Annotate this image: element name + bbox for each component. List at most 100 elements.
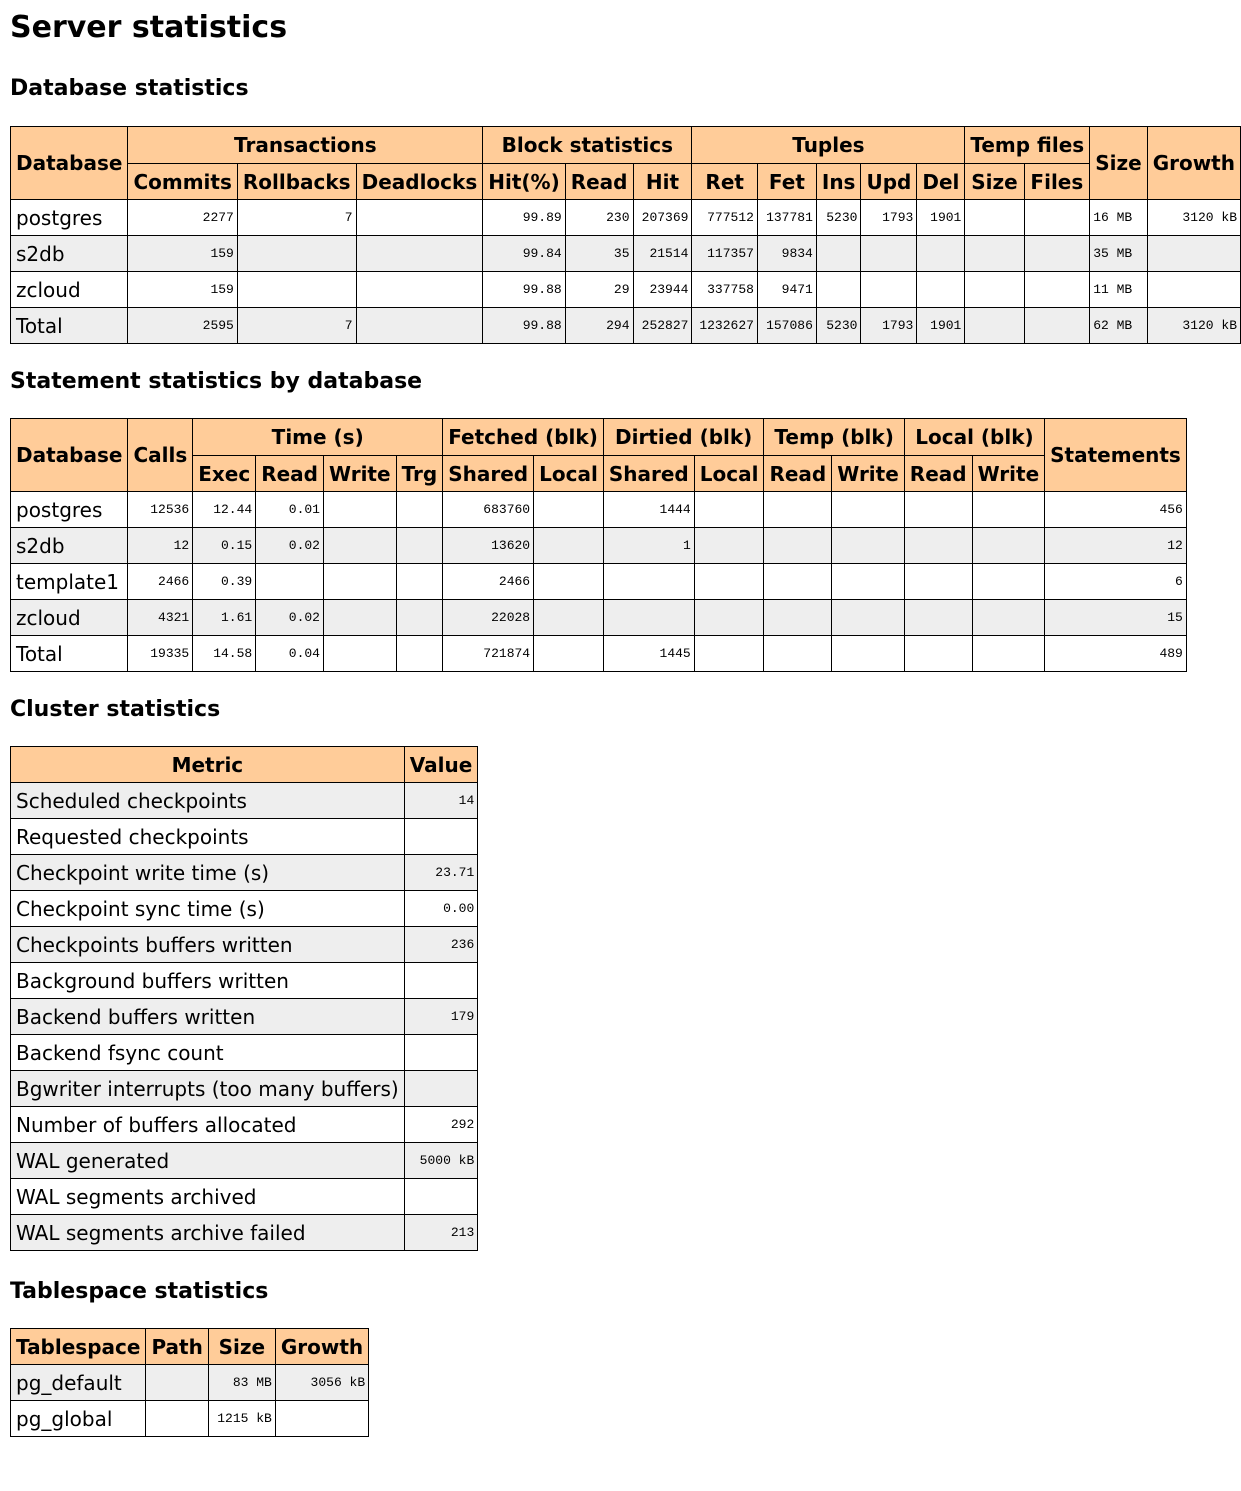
cell-exec: 0.15 — [192, 527, 257, 564]
table-row: pg_default 83 MB 3056 kB — [9, 1364, 370, 1401]
cell-trg — [395, 563, 444, 600]
cell-value: 179 — [403, 998, 479, 1035]
cell-trg — [395, 527, 444, 564]
cell-growth: 3120 kB — [1146, 199, 1241, 236]
cell-metric: WAL segments archived — [10, 1178, 405, 1215]
cell-statements: 6 — [1044, 563, 1187, 600]
table-row: Backend fsync count — [10, 1034, 479, 1071]
cell-temp-read — [763, 491, 833, 528]
cell-read: 0.02 — [255, 527, 324, 564]
page-title: Server statistics — [10, 10, 288, 45]
cell-temp-size — [964, 271, 1025, 308]
cell-fetched-local — [533, 563, 604, 600]
col-value: Value — [403, 746, 479, 783]
cell-hit: 23944 — [632, 271, 693, 308]
cell-growth — [274, 1400, 370, 1437]
cell-read: 230 — [564, 199, 634, 236]
cluster-statistics-table: Metric Value Scheduled checkpoints 14 Requ… — [10, 746, 479, 1251]
cell-rollbacks: 7 — [236, 199, 357, 236]
table-row: WAL segments archived — [10, 1178, 479, 1215]
col-fet: Fet — [756, 163, 817, 200]
cell-read: 0.04 — [255, 635, 324, 672]
cell-del — [916, 235, 966, 272]
col-local-read: Read — [903, 455, 973, 492]
cell-size: 35 MB — [1089, 235, 1148, 272]
col-temp-size: Size — [964, 163, 1025, 200]
cell-temp-write — [831, 563, 905, 600]
cell-value — [403, 1070, 479, 1107]
cell-write — [323, 491, 397, 528]
cell-size: 83 MB — [207, 1364, 276, 1401]
table-row-total: Total 2595 7 99.88 294 252827 1232627 15… — [9, 307, 1241, 344]
cell-fetched-shared: 22028 — [442, 599, 535, 636]
cell-deadlocks — [355, 307, 484, 344]
cell-hit: 207369 — [632, 199, 693, 236]
cell-read: 294 — [564, 307, 634, 344]
cell-temp-files — [1023, 199, 1091, 236]
col-path: Path — [145, 1328, 209, 1365]
cell-local-read — [903, 527, 973, 564]
group-temp-files: Temp files — [964, 126, 1091, 164]
cell-database: Total — [9, 307, 129, 344]
cell-upd — [860, 271, 918, 308]
table-row: Backend buffers written 179 — [10, 998, 479, 1035]
cell-metric: Backend buffers written — [10, 998, 405, 1035]
cell-hit: 21514 — [632, 235, 693, 272]
cell-fetched-local — [533, 635, 604, 672]
cell-metric: Checkpoint sync time (s) — [10, 890, 405, 927]
cell-temp-write — [831, 635, 905, 672]
cell-metric: Checkpoint write time (s) — [10, 854, 405, 891]
cell-temp-read — [763, 635, 833, 672]
cell-calls: 19335 — [127, 635, 194, 672]
cell-exec: 12.44 — [192, 491, 257, 528]
cell-local-read — [903, 599, 973, 636]
cell-database: postgres — [9, 491, 129, 528]
cluster-statistics-heading: Cluster statistics — [10, 697, 221, 722]
database-statistics-heading: Database statistics — [10, 76, 249, 101]
table-row: Background buffers written — [10, 962, 479, 999]
cell-value: 14 — [403, 782, 479, 819]
col-size: Size — [207, 1328, 276, 1365]
cell-fetched-local — [533, 527, 604, 564]
cell-statements: 456 — [1044, 491, 1187, 528]
cell-temp-files — [1023, 307, 1091, 344]
cell-temp-read — [763, 599, 833, 636]
cell-rollbacks — [236, 271, 357, 308]
table-row: WAL generated 5000 kB — [10, 1142, 479, 1179]
cell-local-read — [903, 491, 973, 528]
cell-exec: 1.61 — [192, 599, 257, 636]
cell-fet: 137781 — [756, 199, 817, 236]
table-row: postgres 12536 12.44 0.01 683760 1444 456 — [9, 491, 1187, 528]
col-fetched-shared: Shared — [442, 455, 535, 492]
cell-write — [323, 527, 397, 564]
cell-write — [323, 599, 397, 636]
group-time: Time (s) — [192, 418, 444, 456]
col-growth: Growth — [274, 1328, 370, 1365]
cell-database: zcloud — [9, 271, 129, 308]
cell-hit-pct: 99.88 — [482, 271, 566, 308]
cell-fet: 9471 — [756, 271, 817, 308]
cell-read: 0.02 — [255, 599, 324, 636]
cell-write — [323, 563, 397, 600]
cell-commits: 159 — [127, 235, 238, 272]
cell-dirtied-local — [693, 599, 765, 636]
col-temp-write: Write — [831, 455, 905, 492]
cell-commits: 159 — [127, 271, 238, 308]
table-row: pg_global 1215 kB — [9, 1400, 370, 1437]
col-deadlocks: Deadlocks — [355, 163, 484, 200]
database-statistics-table: Database Transactions Block statistics T… — [9, 126, 1241, 344]
tablespace-statistics-heading: Tablespace statistics — [10, 1279, 269, 1304]
cell-size: 11 MB — [1089, 271, 1148, 308]
cell-upd: 1793 — [860, 199, 918, 236]
cell-metric: Background buffers written — [10, 962, 405, 999]
cell-size: 16 MB — [1089, 199, 1148, 236]
cell-database: zcloud — [9, 599, 129, 636]
cell-exec: 0.39 — [192, 563, 257, 600]
table-row: Checkpoint sync time (s) 0.00 — [10, 890, 479, 927]
col-read: Read — [255, 455, 324, 492]
col-hit: Hit — [632, 163, 693, 200]
cell-fetched-shared: 721874 — [442, 635, 535, 672]
col-dirtied-shared: Shared — [602, 455, 695, 492]
cell-temp-files — [1023, 235, 1091, 272]
cell-fetched-local — [533, 599, 604, 636]
